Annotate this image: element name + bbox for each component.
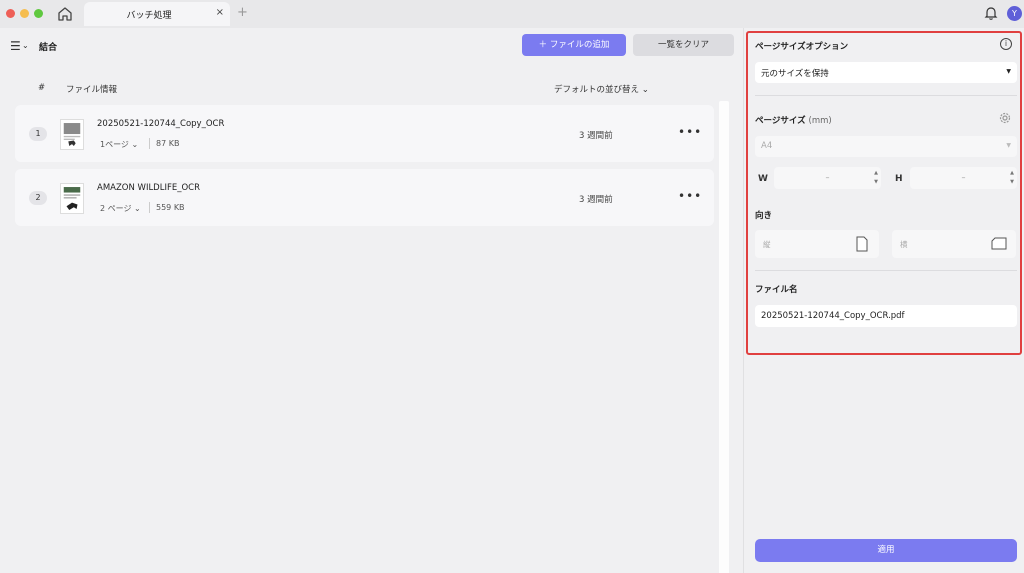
file-name: 20250521-120744_Copy_OCR	[97, 119, 225, 129]
main-area: ☰ ⌄ 結合 ＋ ファイルの追加 一覧をクリア # ファイル情報 デフォルトの並…	[0, 28, 742, 573]
page-size-unit: (mm)	[808, 116, 832, 126]
height-stepper[interactable]: ▲ ▼	[1010, 169, 1014, 187]
stepper-up-icon[interactable]: ▲	[874, 170, 878, 176]
home-icon[interactable]	[56, 5, 74, 23]
page-size-label-text: ページサイズ	[755, 116, 806, 126]
zoom-window-button[interactable]	[34, 9, 43, 18]
info-icon[interactable]: i	[1000, 38, 1012, 50]
portrait-page-icon	[856, 236, 868, 252]
height-label: H	[895, 174, 903, 184]
row-number: 2	[29, 191, 47, 205]
more-options-icon[interactable]: •••	[678, 125, 702, 139]
size-option-select[interactable]: 元のサイズを保持 ▼	[755, 62, 1017, 83]
file-timestamp: 3 週間前	[579, 131, 613, 141]
row-number: 1	[29, 127, 47, 141]
scrollbar[interactable]	[719, 101, 729, 573]
dropdown-arrow-icon: ▼	[1006, 142, 1011, 149]
file-thumbnail	[60, 183, 84, 214]
page-size-options-label: ページサイズオプション	[755, 42, 849, 52]
dropdown-arrow-icon: ▼	[1006, 68, 1011, 75]
avatar[interactable]: Y	[1007, 6, 1022, 21]
width-label: W	[758, 174, 768, 184]
column-header-number: #	[38, 83, 46, 93]
chevron-down-icon[interactable]: ⌄	[22, 41, 29, 50]
minimize-window-button[interactable]	[20, 9, 29, 18]
file-thumbnail	[60, 119, 84, 150]
page-count-dropdown[interactable]: 2 ページ ⌄	[100, 203, 141, 214]
apply-button[interactable]: 適用	[755, 539, 1017, 562]
menu-icon[interactable]: ☰	[10, 39, 21, 53]
page-title: 結合	[39, 43, 58, 53]
divider	[755, 270, 1017, 271]
orientation-label: 向き	[755, 211, 773, 221]
tab-label: バッチ処理	[126, 11, 172, 21]
list-item[interactable]: 1 20250521-120744_Copy_OCR 1ページ ⌄ 87 KB …	[15, 105, 714, 162]
divider	[149, 138, 150, 149]
width-stepper[interactable]: ▲ ▼	[874, 169, 878, 187]
more-options-icon[interactable]: •••	[678, 189, 702, 203]
filename-field[interactable]: 20250521-120744_Copy_OCR.pdf	[755, 305, 1017, 327]
tab-close-icon[interactable]: ×	[216, 7, 224, 18]
width-value: –	[825, 173, 830, 182]
portrait-option[interactable]: 縦	[755, 230, 879, 258]
gear-icon[interactable]	[998, 111, 1012, 125]
stepper-down-icon[interactable]: ▼	[1010, 179, 1014, 185]
portrait-label: 縦	[763, 240, 771, 249]
height-input[interactable]: – ▲ ▼	[910, 167, 1017, 189]
file-size: 87 KB	[156, 139, 180, 148]
bell-icon[interactable]	[984, 5, 998, 21]
page-count-dropdown[interactable]: 1ページ ⌄	[100, 139, 138, 150]
landscape-page-icon	[991, 237, 1007, 250]
new-tab-button[interactable]: +	[237, 5, 248, 20]
height-value: –	[961, 173, 966, 182]
tab-batch[interactable]: バッチ処理 ×	[84, 2, 230, 26]
size-option-value: 元のサイズを保持	[761, 69, 829, 79]
file-name: AMAZON WILDLIFE_OCR	[97, 183, 201, 193]
list-item[interactable]: 2 AMAZON WILDLIFE_OCR 2 ページ ⌄ 559 KB 3 週…	[15, 169, 714, 226]
filename-label: ファイル名	[755, 285, 798, 295]
paper-size-select[interactable]: A4 ▼	[755, 136, 1017, 157]
divider	[149, 202, 150, 213]
close-window-button[interactable]	[6, 9, 15, 18]
file-timestamp: 3 週間前	[579, 195, 613, 205]
width-input[interactable]: – ▲ ▼	[774, 167, 881, 189]
landscape-label: 横	[900, 240, 908, 249]
add-files-button[interactable]: ＋ ファイルの追加	[522, 34, 626, 56]
title-bar: バッチ処理 × + Y	[0, 0, 1024, 28]
column-header-file-info: ファイル情報	[66, 85, 118, 95]
page-size-label: ページサイズ (mm)	[755, 114, 832, 126]
stepper-up-icon[interactable]: ▲	[1010, 170, 1014, 176]
sort-dropdown[interactable]: デフォルトの並び替え ⌄	[554, 83, 649, 95]
clear-list-button[interactable]: 一覧をクリア	[633, 34, 734, 56]
stepper-down-icon[interactable]: ▼	[874, 179, 878, 185]
file-size: 559 KB	[156, 203, 185, 212]
paper-size-value: A4	[761, 141, 773, 151]
landscape-option[interactable]: 横	[892, 230, 1016, 258]
divider	[755, 95, 1017, 96]
